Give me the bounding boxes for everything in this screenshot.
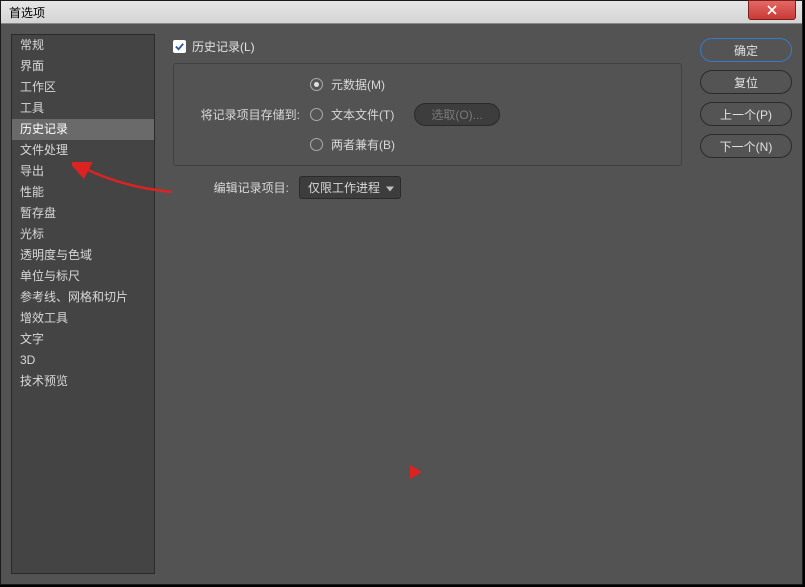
sidebar-item-workspace[interactable]: 工作区: [12, 77, 154, 98]
radio-metadata-label: 元数据(M): [331, 76, 385, 93]
save-to-label: 将记录项目存储到:: [190, 106, 300, 123]
sidebar-item-history[interactable]: 历史记录: [12, 119, 154, 140]
right-button-panel: 确定 复位 上一个(P) 下一个(N): [700, 34, 792, 574]
choose-button: 选取(O)...: [414, 103, 499, 126]
sidebar-item-tech-preview[interactable]: 技术预览: [12, 371, 154, 392]
sidebar-item-scratch-disk[interactable]: 暂存盘: [12, 203, 154, 224]
sidebar-item-guides[interactable]: 参考线、网格和切片: [12, 287, 154, 308]
sidebar-item-tools[interactable]: 工具: [12, 98, 154, 119]
sidebar-item-general[interactable]: 常规: [12, 35, 154, 56]
main-panel: 历史记录(L) 将记录项目存储到: 元数据(M) 文本文件(T) 选取(O)..…: [163, 34, 692, 574]
sidebar-item-cursor[interactable]: 光标: [12, 224, 154, 245]
reset-button[interactable]: 复位: [700, 70, 792, 94]
titlebar: 首选项: [1, 1, 802, 24]
history-log-checkbox[interactable]: [173, 40, 186, 53]
window-title: 首选项: [9, 4, 45, 21]
edit-items-dropdown[interactable]: 仅限工作进程: [299, 176, 401, 199]
prev-button[interactable]: 上一个(P): [700, 102, 792, 126]
radio-textfile[interactable]: [310, 108, 323, 121]
sidebar-item-units[interactable]: 单位与标尺: [12, 266, 154, 287]
sidebar-item-type[interactable]: 文字: [12, 329, 154, 350]
edit-items-label: 编辑记录项目:: [173, 179, 289, 196]
sidebar-item-export[interactable]: 导出: [12, 161, 154, 182]
sidebar-item-transparency[interactable]: 透明度与色域: [12, 245, 154, 266]
dropdown-value: 仅限工作进程: [308, 181, 380, 195]
sidebar-item-interface[interactable]: 界面: [12, 56, 154, 77]
sidebar: 常规 界面 工作区 工具 历史记录 文件处理 导出 性能 暂存盘 光标 透明度与…: [11, 34, 155, 574]
sidebar-item-file-handling[interactable]: 文件处理: [12, 140, 154, 161]
close-button[interactable]: [748, 0, 796, 20]
radio-both[interactable]: [310, 138, 323, 151]
radio-textfile-label: 文本文件(T): [331, 106, 394, 123]
radio-metadata[interactable]: [310, 78, 323, 91]
sidebar-item-3d[interactable]: 3D: [12, 350, 154, 371]
next-button[interactable]: 下一个(N): [700, 134, 792, 158]
save-to-group: 将记录项目存储到: 元数据(M) 文本文件(T) 选取(O)...: [173, 63, 682, 166]
history-log-label: 历史记录(L): [192, 38, 255, 55]
radio-both-label: 两者兼有(B): [331, 136, 395, 153]
sidebar-item-plugins[interactable]: 增效工具: [12, 308, 154, 329]
sidebar-item-performance[interactable]: 性能: [12, 182, 154, 203]
ok-button[interactable]: 确定: [700, 38, 792, 62]
check-icon: [174, 41, 185, 52]
close-icon: [767, 5, 777, 15]
